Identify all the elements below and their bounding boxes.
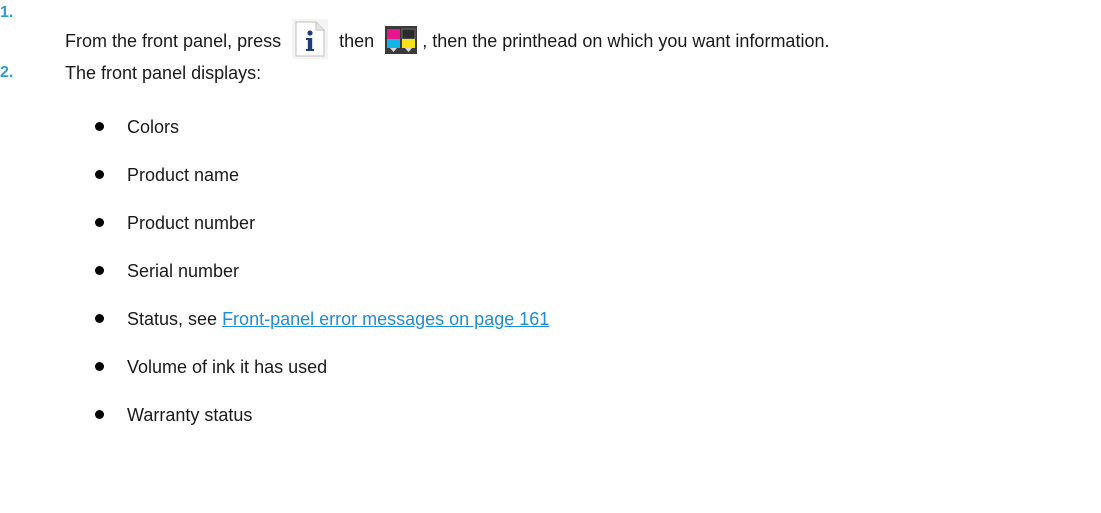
- step-text-part: , then the printhead on which you want i…: [422, 30, 830, 51]
- printhead-icon: [385, 26, 418, 54]
- bullet-icon: [95, 218, 104, 227]
- bullet-icon: [95, 266, 104, 275]
- error-messages-link[interactable]: Front-panel error messages on page 161: [222, 309, 549, 329]
- step-text-part: then: [339, 30, 375, 51]
- status-label: Status, see: [127, 309, 223, 329]
- bullet-icon: [95, 362, 104, 371]
- list-item-text: Product number: [127, 213, 256, 233]
- list-item-text: Volume of ink it has used: [127, 357, 328, 377]
- list-item-text: Warranty status: [127, 405, 253, 425]
- list-item-text: Product name: [127, 165, 240, 185]
- list-item-text: Colors: [127, 117, 180, 137]
- info-icon: [292, 19, 329, 59]
- list-item-text: Serial number: [127, 261, 240, 281]
- list-item-text: Status, see Front-panel error messages o…: [127, 308, 549, 330]
- bullet-icon: [95, 170, 104, 179]
- bullet-icon: [95, 314, 104, 323]
- step-number: 2.: [0, 64, 14, 81]
- step-number: 1.: [0, 4, 14, 21]
- step-text: From the front panel, press then , then …: [65, 19, 830, 62]
- bullet-icon: [95, 410, 104, 419]
- bullet-icon: [95, 122, 104, 131]
- step-text-part: From the front panel, press: [65, 30, 282, 51]
- step-text: The front panel displays:: [65, 63, 262, 83]
